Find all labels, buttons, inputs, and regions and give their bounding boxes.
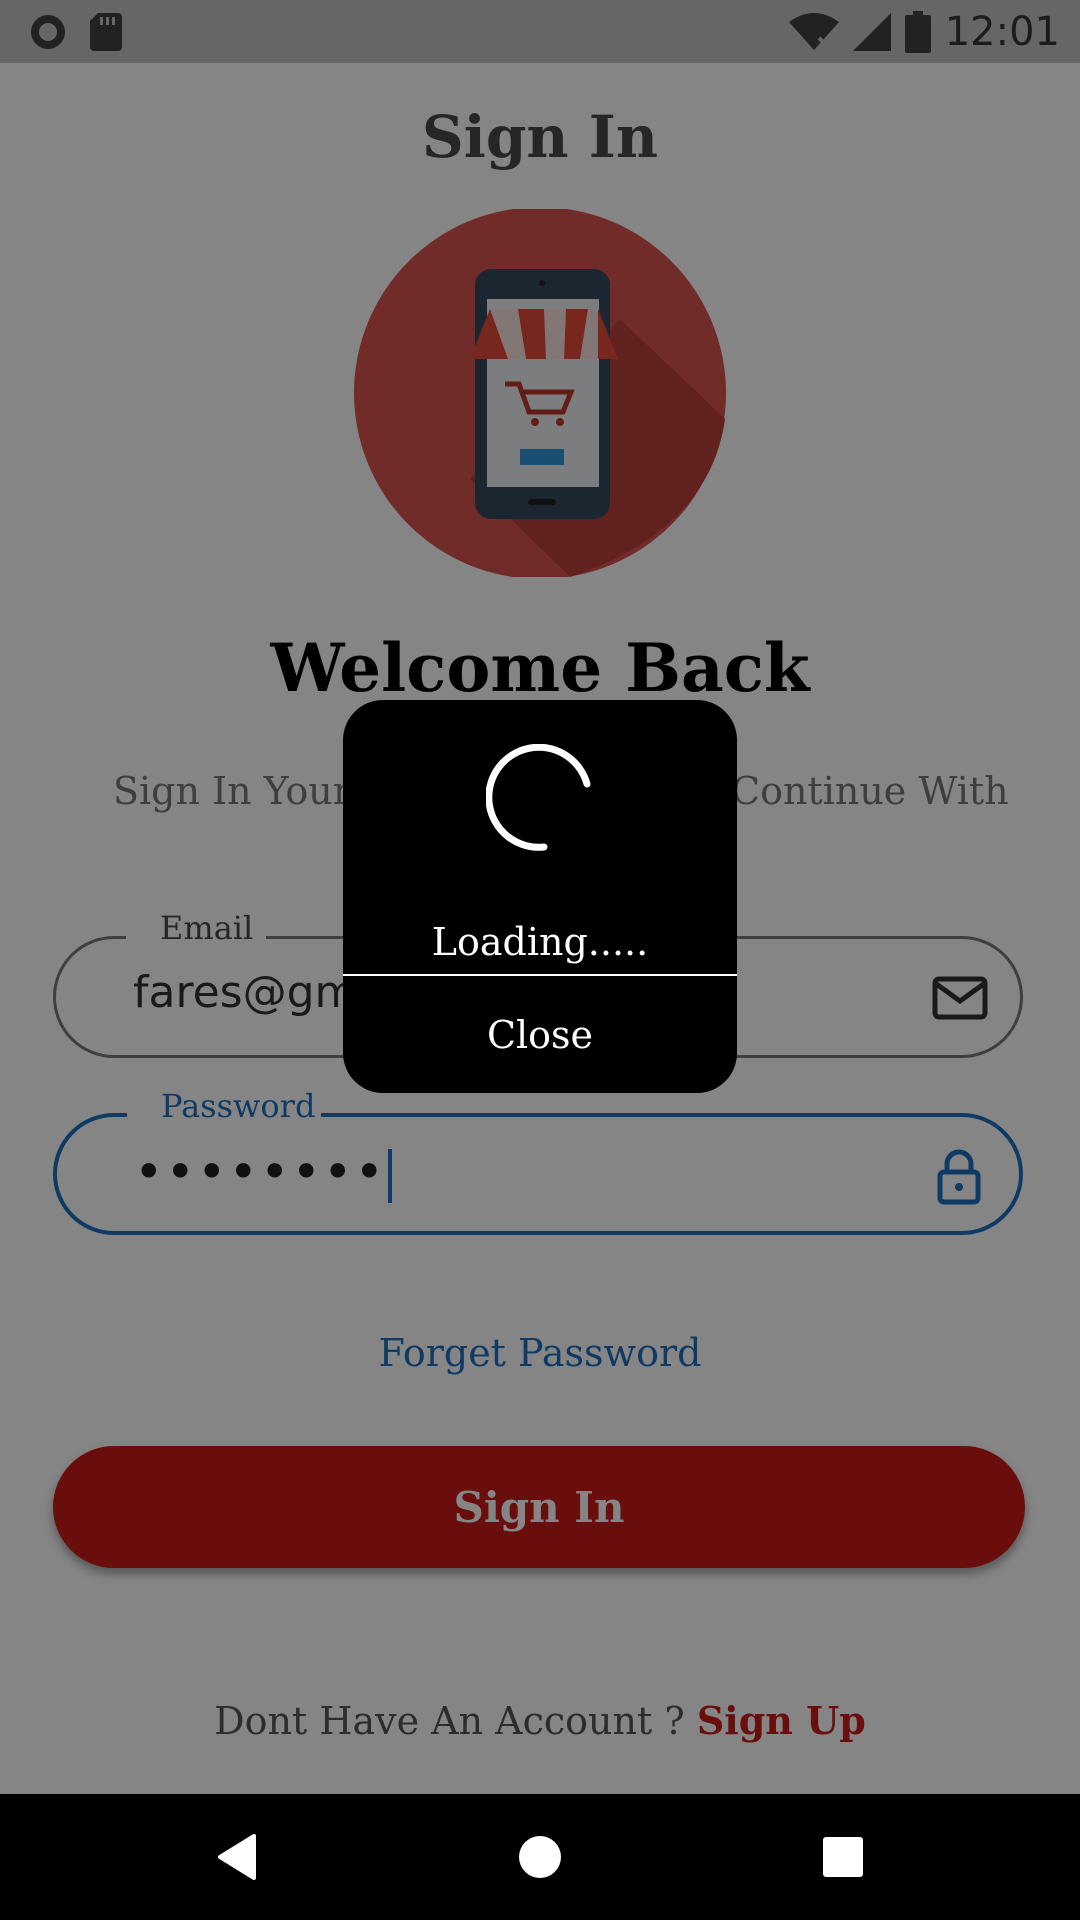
close-button[interactable]: Close [343,976,737,1093]
clock-time: 12:01 [944,8,1060,55]
status-bar: 12:01 [0,0,1080,63]
back-icon[interactable] [212,1832,262,1882]
loading-message: Loading..... [431,920,649,964]
signal-icon [852,12,891,51]
loading-dialog: Loading..... Close [343,700,737,1093]
home-icon[interactable] [515,1832,565,1882]
wifi-off-icon [788,12,839,51]
status-bar-right: 12:01 [788,0,1060,63]
sd-card-icon [90,13,122,51]
status-bar-left [28,12,122,52]
battery-icon [904,10,931,53]
loading-spinner-icon [486,744,591,851]
circle-notification-icon [31,15,65,49]
navigation-bar [0,1794,1080,1920]
recents-icon[interactable] [818,1832,868,1882]
